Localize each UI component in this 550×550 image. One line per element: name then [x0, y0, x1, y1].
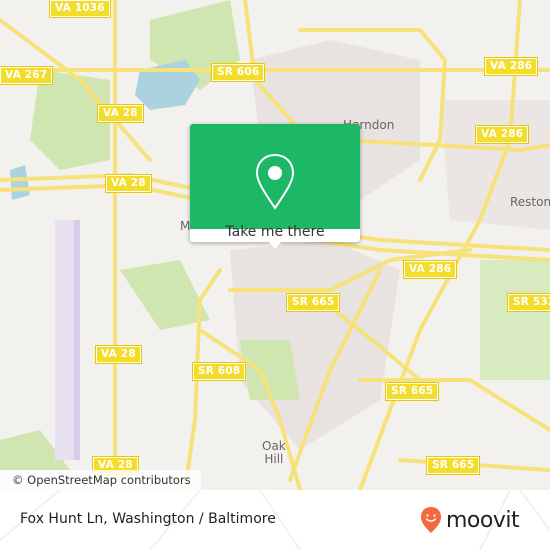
route-shield: SR 606	[210, 63, 266, 82]
map-attribution[interactable]: © OpenStreetMap contributors	[0, 470, 201, 490]
route-shield: VA 286	[474, 125, 530, 144]
route-shield: VA 28	[95, 345, 142, 364]
footer: Fox Hunt Ln, Washington / Baltimore moov…	[0, 490, 550, 550]
water-body	[135, 60, 200, 110]
place-label: M	[180, 219, 191, 233]
park	[480, 260, 550, 380]
route-shield: SR 665	[425, 456, 481, 475]
route-shield: SR 665	[384, 382, 440, 401]
airport-runway	[74, 220, 80, 460]
route-shield: VA 28	[97, 104, 144, 123]
route-shield: SR 608	[191, 362, 247, 381]
water-body	[10, 165, 30, 200]
location-name: Fox Hunt Ln, Washington / Baltimore	[20, 511, 276, 527]
brand-name: moovit	[446, 507, 520, 533]
take-me-there-button[interactable]: Take me there	[190, 224, 360, 240]
route-shield: SR 532	[506, 293, 550, 312]
popup-pointer	[268, 241, 282, 249]
place-label: Reston	[510, 195, 550, 209]
place-label: Oak Hill	[262, 439, 286, 466]
route-shield: VA 267	[0, 66, 54, 85]
moovit-pin-icon	[421, 507, 441, 533]
popup-header	[190, 124, 360, 229]
route-shield: SR 665	[285, 293, 341, 312]
location-popup[interactable]: Take me there	[190, 124, 360, 242]
route-shield: VA 286	[402, 260, 458, 279]
park	[120, 260, 210, 330]
route-shield: VA 28	[105, 174, 152, 193]
route-shield: VA 286	[483, 57, 539, 76]
airport-runway	[55, 220, 77, 460]
urban-area	[440, 100, 550, 230]
map-pin-icon	[255, 153, 295, 210]
route-shield: VA 1036	[49, 0, 111, 18]
moovit-logo[interactable]: moovit	[420, 500, 520, 540]
